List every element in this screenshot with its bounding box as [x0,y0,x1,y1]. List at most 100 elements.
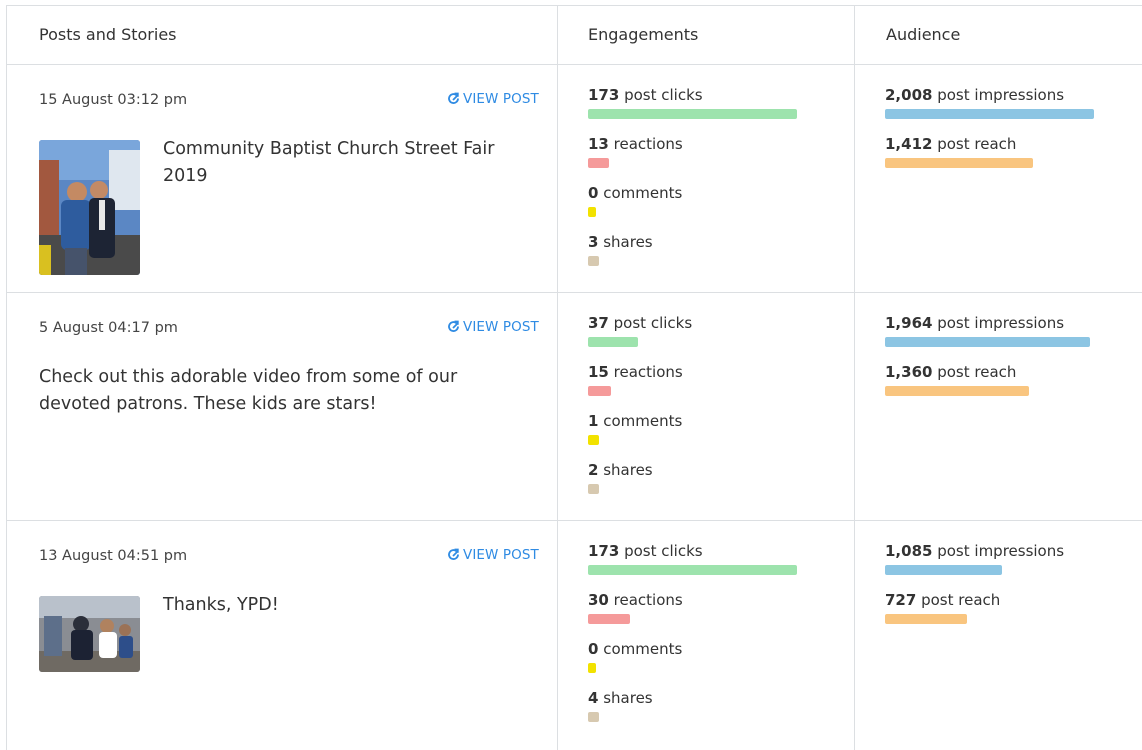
view-post-label: VIEW POST [463,547,539,563]
metric-label: comments [603,640,683,658]
comments-bar [588,435,599,445]
shares-bar [588,712,599,722]
metric-value: 15 [588,363,609,381]
post-impressions-bar [885,565,1002,575]
post-impressions-bar [885,337,1090,347]
comments-metric: 0 comments [588,640,682,658]
metric-label: reactions [613,135,683,153]
comments-metric: 1 comments [588,412,682,430]
post-thumbnail[interactable] [39,140,140,275]
post-clicks-bar [588,565,797,575]
post-reach-metric: 727 post reach [885,591,1000,609]
post-reach-bar [885,386,1029,396]
header-posts-and-stories[interactable]: Posts and Stories [39,6,177,64]
external-link-icon [448,320,459,332]
post-text: Thanks, YPD! [163,595,279,615]
metric-label: shares [603,461,653,479]
reactions-metric: 30 reactions [588,591,683,609]
metric-label: post impressions [937,542,1065,560]
post-reach-bar [885,158,1033,168]
metric-label: comments [603,184,683,202]
header-engagements[interactable]: Engagements [588,6,698,64]
view-post-label: VIEW POST [463,319,539,335]
shares-metric: 3 shares [588,233,653,251]
reactions-metric: 13 reactions [588,135,683,153]
metric-value: 2 [588,461,599,479]
posts-table: Posts and Stories Engagements Audience 1… [6,5,1142,750]
metric-label: shares [603,233,653,251]
external-link-icon [448,548,459,560]
metric-value: 0 [588,184,599,202]
header-audience[interactable]: Audience [886,6,960,64]
reactions-bar [588,614,630,624]
comments-bar [588,663,596,673]
row-divider [7,292,1142,293]
metric-label: reactions [613,363,683,381]
metric-label: post reach [937,135,1017,153]
post-clicks-metric: 37 post clicks [588,314,692,332]
column-divider [854,6,855,750]
metric-value: 30 [588,591,609,609]
post-clicks-bar [588,109,797,119]
metric-value: 173 [588,86,620,104]
photo-officer-with-kids-icon [39,596,140,672]
metric-value: 727 [885,591,917,609]
metric-label: post clicks [613,314,693,332]
post-reach-metric: 1,360 post reach [885,363,1016,381]
view-post-link[interactable]: VIEW POST [447,547,539,563]
shares-metric: 2 shares [588,461,653,479]
metric-value: 37 [588,314,609,332]
shares-bar [588,484,599,494]
metric-label: shares [603,689,653,707]
metric-label: post clicks [624,542,703,560]
metric-value: 0 [588,640,599,658]
post-impressions-metric: 2,008 post impressions [885,86,1064,104]
metric-label: post impressions [937,86,1065,104]
reactions-metric: 15 reactions [588,363,683,381]
metric-label: post clicks [624,86,703,104]
reactions-bar [588,386,611,396]
post-impressions-metric: 1,964 post impressions [885,314,1064,332]
column-divider [557,6,558,750]
metric-value: 4 [588,689,599,707]
metric-value: 173 [588,542,620,560]
view-post-label: VIEW POST [463,91,539,107]
post-clicks-metric: 173 post clicks [588,542,703,560]
post-reach-bar [885,614,967,624]
metric-label: post reach [921,591,1001,609]
post-impressions-metric: 1,085 post impressions [885,542,1064,560]
post-text: Check out this adorable video from some … [39,367,458,414]
post-date: 13 August 04:51 pm [39,548,188,564]
post-date: 15 August 03:12 pm [39,92,188,108]
comments-metric: 0 comments [588,184,682,202]
post-clicks-bar [588,337,638,347]
post-date: 5 August 04:17 pm [39,320,178,336]
metric-value: 2,008 [885,86,933,104]
view-post-link[interactable]: VIEW POST [447,91,539,107]
comments-bar [588,207,596,217]
metric-label: comments [603,412,683,430]
row-divider [7,520,1142,521]
photo-two-men-street-fair-icon [39,140,140,275]
post-impressions-bar [885,109,1094,119]
view-post-link[interactable]: VIEW POST [447,319,539,335]
post-text: Community Baptist Church Street Fair 201… [163,139,495,186]
external-link-icon [448,92,459,104]
metric-label: reactions [613,591,683,609]
metric-value: 3 [588,233,599,251]
post-clicks-metric: 173 post clicks [588,86,703,104]
metric-value: 1,964 [885,314,933,332]
metric-value: 13 [588,135,609,153]
reactions-bar [588,158,609,168]
metric-value: 1,412 [885,135,933,153]
post-reach-metric: 1,412 post reach [885,135,1016,153]
metric-label: post impressions [937,314,1065,332]
row-divider [7,64,1142,65]
metric-value: 1 [588,412,599,430]
shares-metric: 4 shares [588,689,653,707]
post-thumbnail[interactable] [39,596,140,672]
metric-label: post reach [937,363,1017,381]
metric-value: 1,085 [885,542,933,560]
shares-bar [588,256,599,266]
metric-value: 1,360 [885,363,933,381]
